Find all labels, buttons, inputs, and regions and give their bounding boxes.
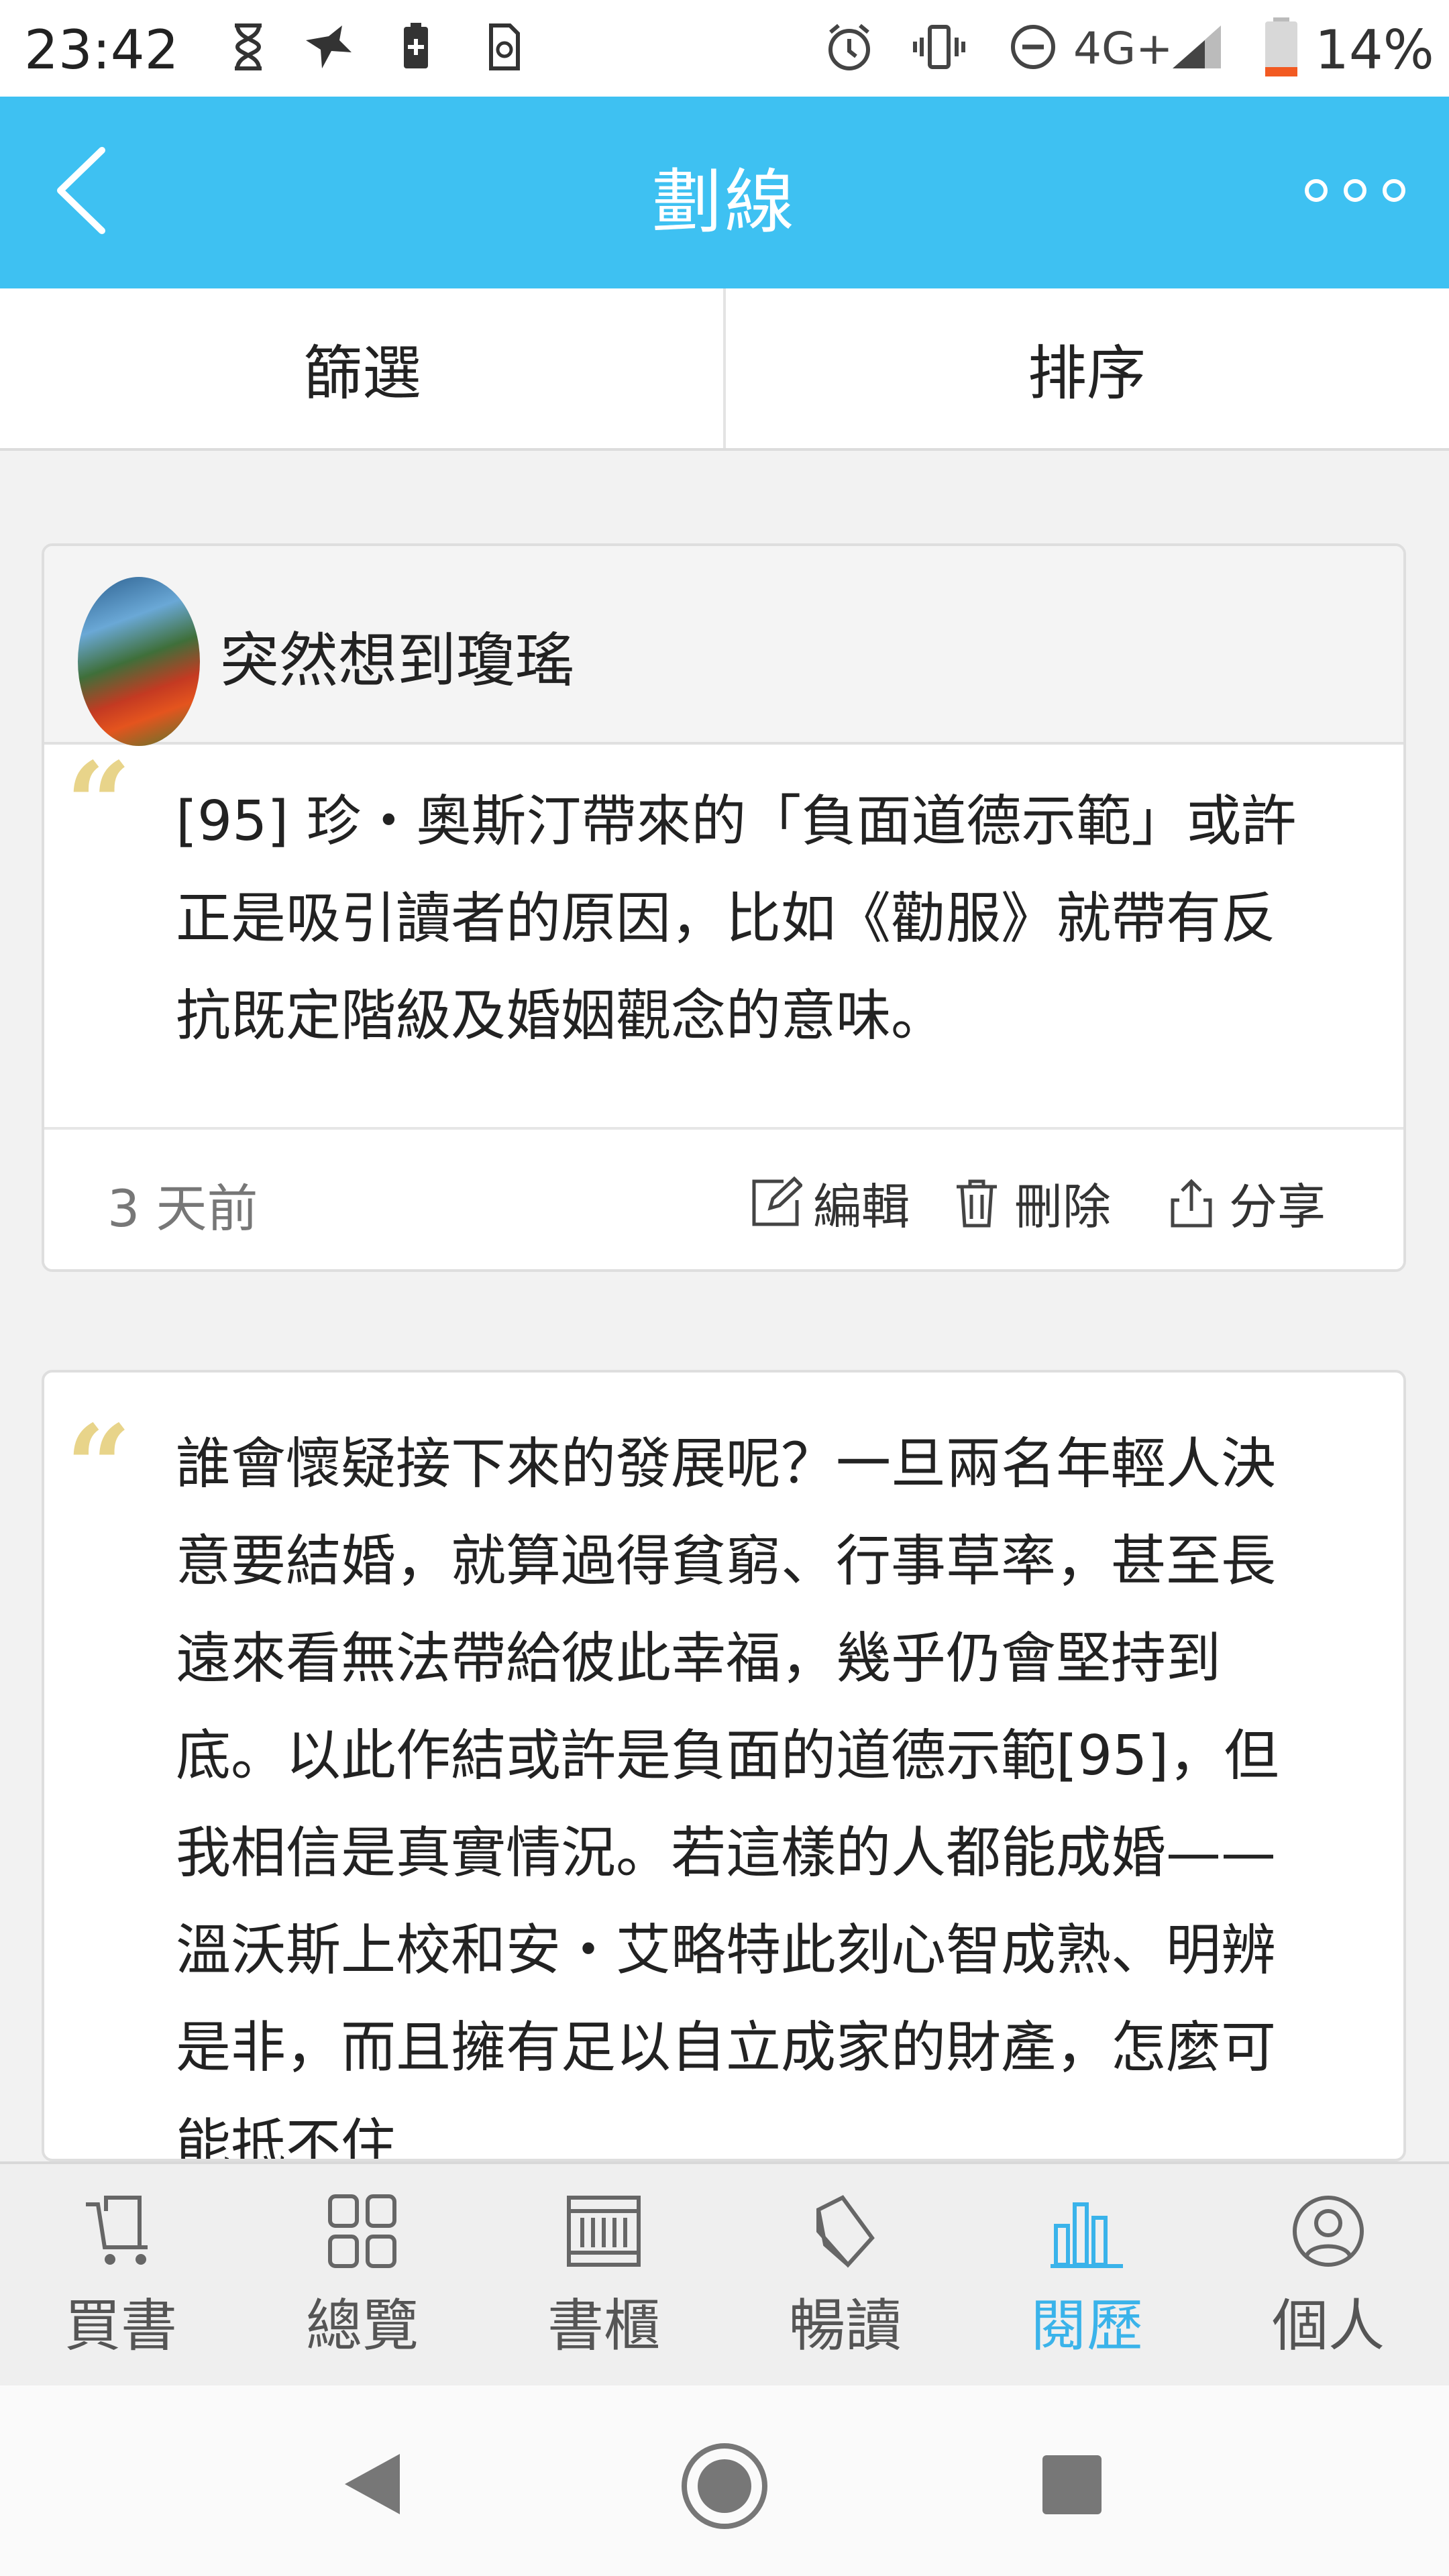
nav-label: 總覽 xyxy=(305,2293,419,2359)
trash-icon xyxy=(957,1179,997,1227)
signal-icon xyxy=(1173,25,1221,68)
nav-item-bookshelf[interactable]: 書櫃 xyxy=(483,2191,724,2365)
highlight-text: 誰會懷疑接下來的發展呢？一旦兩名年輕人決意要結婚，就算過得貧窮、行事草率，甚至長… xyxy=(176,1432,1279,2161)
highlight-card[interactable]: “ 誰會懷疑接下來的發展呢？一旦兩名年輕人決意要結婚，就算過得貧窮、行事草率，甚… xyxy=(42,1370,1406,2161)
nav-label: 閱歷 xyxy=(1030,2293,1143,2359)
share-label: 分享 xyxy=(1229,1179,1326,1235)
quote-icon: “ xyxy=(66,737,131,871)
battery-percent: 14% xyxy=(1315,19,1434,81)
nav-item-overview[interactable]: 總覽 xyxy=(241,2191,483,2365)
nav-label: 買書 xyxy=(64,2293,177,2359)
sort-button[interactable]: 排序 xyxy=(724,288,1449,448)
highlight-text: [95] 珍・奧斯汀帶來的「負面道德示範」或許正是吸引讀者的原因，比如《勸服》就… xyxy=(176,790,1297,1048)
bar-chart-icon xyxy=(1051,2202,1123,2268)
system-nav-bar xyxy=(0,2385,1449,2576)
nav-item-history[interactable]: 閱歷 xyxy=(966,2191,1208,2365)
battery-saver-icon xyxy=(404,23,428,68)
back-triangle-icon[interactable] xyxy=(335,2447,409,2521)
book-icon xyxy=(816,2195,875,2268)
person-icon xyxy=(1293,2196,1364,2267)
battery-icon xyxy=(1265,17,1297,76)
network-type: 4G+ xyxy=(1073,23,1173,74)
book-title[interactable]: 突然想到瓊瑤 xyxy=(220,613,574,698)
nav-item-buy[interactable]: 買書 xyxy=(0,2191,241,2365)
hourglass-icon xyxy=(235,23,262,70)
grid-icon xyxy=(328,2194,396,2268)
share-button[interactable]: 分享 xyxy=(1165,1167,1326,1238)
nav-label: 書櫃 xyxy=(547,2293,660,2359)
edit-icon xyxy=(752,1176,802,1226)
filter-sort-bar: 篩選 排序 xyxy=(0,288,1449,451)
status-bar: 23:42 4G+ 14% xyxy=(0,0,1449,97)
delete-button[interactable]: 刪除 xyxy=(950,1167,1111,1238)
bookshelf-icon xyxy=(567,2196,641,2267)
nav-item-unlimited[interactable]: 暢讀 xyxy=(724,2191,966,2365)
vibrate-icon xyxy=(913,25,965,69)
page-title: 劃線 xyxy=(651,161,797,243)
edit-button[interactable]: 編輯 xyxy=(749,1167,910,1238)
bird-icon xyxy=(306,25,352,68)
status-time: 23:42 xyxy=(24,19,179,81)
card-footer: 3 天前 編輯 刪除 分享 xyxy=(44,1127,1403,1269)
cart-icon xyxy=(86,2196,148,2265)
sim-icon xyxy=(489,23,520,70)
timestamp: 3 天前 xyxy=(107,1179,258,1238)
nav-label: 暢讀 xyxy=(788,2293,902,2359)
more-dots-icon[interactable] xyxy=(1301,170,1409,211)
home-circle-icon[interactable] xyxy=(678,2439,771,2533)
highlight-card[interactable]: 突然想到瓊瑤 “ [95] 珍・奧斯汀帶來的「負面道德示範」或許正是吸引讀者的原… xyxy=(42,543,1406,1272)
edit-label: 編輯 xyxy=(813,1179,910,1235)
filter-button[interactable]: 篩選 xyxy=(0,288,724,448)
nav-label: 個人 xyxy=(1271,2293,1385,2359)
recents-square-icon[interactable] xyxy=(1038,2451,1106,2518)
bottom-nav: 買書 總覽 書櫃 暢讀 閱歷 個人 xyxy=(0,2161,1449,2388)
card-header[interactable]: 突然想到瓊瑤 xyxy=(44,546,1403,746)
alarm-icon xyxy=(828,23,870,70)
nav-item-personal[interactable]: 個人 xyxy=(1208,2191,1449,2365)
app-header: 劃線 xyxy=(0,97,1449,288)
quote-icon: “ xyxy=(66,1400,131,1534)
delete-label: 刪除 xyxy=(1014,1179,1112,1235)
book-cover xyxy=(78,577,200,746)
share-icon xyxy=(1171,1178,1212,1227)
dnd-icon xyxy=(1011,25,1055,69)
